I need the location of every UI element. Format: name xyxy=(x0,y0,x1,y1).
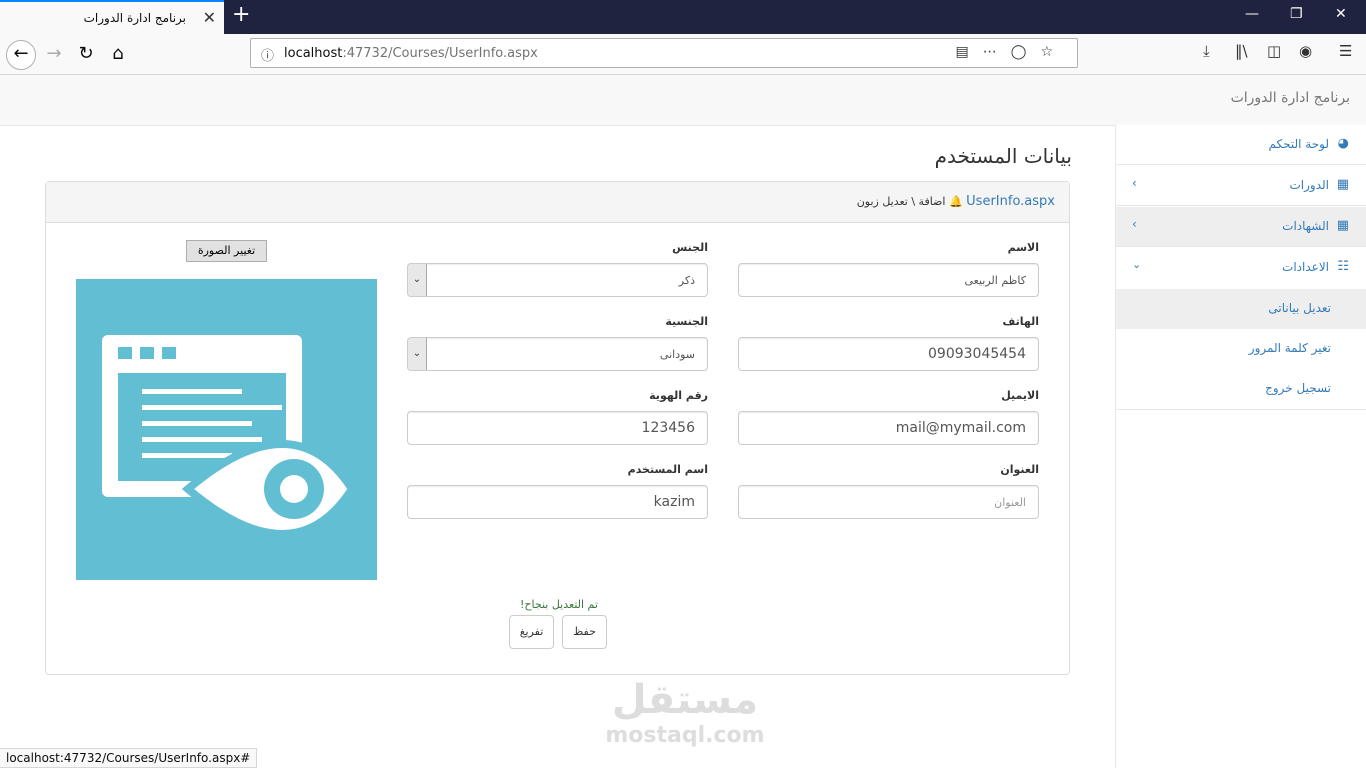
breadcrumb-text: اضافة \ تعديل زبون xyxy=(856,195,946,208)
sidebar-item-label: الدورات xyxy=(1289,178,1329,192)
restore-icon[interactable]: ❐ xyxy=(1290,6,1303,22)
bar-chart-icon: ▦ xyxy=(1336,177,1349,192)
pocket-icon[interactable]: ◯ xyxy=(1011,44,1041,60)
save-button[interactable]: حفظ xyxy=(562,615,607,649)
library-icon[interactable]: ‖\ xyxy=(1235,42,1248,60)
sidebar-item-certificates[interactable]: ▦ الشهادات › xyxy=(1116,207,1366,247)
page-actions-icon[interactable]: ⋯ xyxy=(983,44,1011,60)
breadcrumb-link[interactable]: UserInfo.aspx xyxy=(966,194,1055,209)
address-label: العنوان xyxy=(1000,463,1039,476)
sidebar-toggle-icon[interactable]: ◫ xyxy=(1267,42,1281,60)
email-label: الايميل xyxy=(1001,389,1039,402)
chevron-down-icon: ⌄ xyxy=(1132,258,1142,271)
username-label: اسم المستخدم xyxy=(627,463,708,476)
sidebar-item-settings[interactable]: ☷ الاعدادات ⌄ xyxy=(1116,248,1366,288)
email-input[interactable]: mail@mymail.com xyxy=(738,411,1039,445)
sidebar-item-courses[interactable]: ▦ الدورات › xyxy=(1116,166,1366,206)
id-number-input[interactable]: 123456 xyxy=(407,411,708,445)
gender-selected-value: ذكر xyxy=(678,274,695,287)
watermark-latin: mostaql.com xyxy=(605,723,765,748)
sidebar-subitem-label: تسجيل خروج xyxy=(1265,381,1331,395)
profile-photo xyxy=(76,279,377,580)
browser-tab[interactable]: برنامج ادارة الدورات ✕ xyxy=(0,0,224,34)
watermark-arabic: مستقل xyxy=(611,677,759,723)
site-info-icon[interactable]: ⓘ xyxy=(261,45,274,64)
new-tab-button[interactable]: + xyxy=(232,2,250,27)
url-actions: ▤⋯◯☆ xyxy=(956,44,1067,60)
nationality-label: الجنسية xyxy=(665,315,708,328)
window-close-icon[interactable]: ✕ xyxy=(1335,6,1347,22)
clear-button[interactable]: تفريغ xyxy=(509,615,554,649)
sidebar-item-label: الشهادات xyxy=(1282,219,1329,233)
panel-heading: UserInfo.aspx 🔔 اضافة \ تعديل زبون xyxy=(46,182,1069,223)
sidebar-subitem-label: تعديل بياناتى xyxy=(1268,301,1331,315)
browser-eye-icon xyxy=(102,335,357,538)
bookmark-star-icon[interactable]: ☆ xyxy=(1040,44,1067,60)
status-bar-url: localhost:47732/Courses/UserInfo.aspx# xyxy=(0,748,258,768)
chevron-down-icon[interactable]: ⌄ xyxy=(408,338,427,370)
tab-title: برنامج ادارة الدورات xyxy=(83,11,186,25)
sitemap-icon: ☷ xyxy=(1337,259,1349,274)
reload-icon[interactable]: ↻ xyxy=(72,40,100,68)
bell-icon: 🔔 xyxy=(948,195,963,208)
url-bar[interactable]: ⓘ localhost:47732/Courses/UserInfo.aspx … xyxy=(250,38,1078,68)
browser-navbar: ← → ↻ ⌂ ⓘ localhost:47732/Courses/UserIn… xyxy=(0,34,1366,75)
minimize-icon[interactable]: — xyxy=(1245,6,1259,22)
sidebar-item-label: الاعدادات xyxy=(1282,260,1329,274)
tab-close-icon[interactable]: ✕ xyxy=(203,8,216,27)
gender-select[interactable]: ذكر ⌄ xyxy=(407,263,708,297)
sidebar-subitem-edit-profile[interactable]: تعديل بياناتى xyxy=(1116,289,1366,329)
nationality-select[interactable]: سودانى ⌄ xyxy=(407,337,708,371)
forward-icon[interactable]: → xyxy=(40,40,68,68)
sidebar-subitem-change-password[interactable]: تغير كلمة المرور xyxy=(1116,329,1366,369)
success-message: تم التعديل بنجاح! xyxy=(520,598,598,611)
chevron-left-icon: › xyxy=(1132,176,1137,190)
home-icon[interactable]: ⌂ xyxy=(104,40,132,68)
address-input[interactable]: العنوان xyxy=(738,485,1039,519)
page-title: بيانات المستخدم xyxy=(934,144,1072,168)
phone-label: الهاتف xyxy=(1002,315,1039,328)
breadcrumb: UserInfo.aspx 🔔 اضافة \ تعديل زبون xyxy=(857,194,1055,209)
username-input[interactable]: kazim xyxy=(407,485,708,519)
account-icon[interactable]: ◉ xyxy=(1299,42,1312,60)
url-text[interactable]: localhost:47732/Courses/UserInfo.aspx xyxy=(284,46,538,61)
sidebar-item-label: لوحة التحكم xyxy=(1268,137,1330,151)
sidebar-item-dashboard[interactable]: ◕ لوحة التحكم xyxy=(1116,125,1366,165)
reader-view-icon[interactable]: ▤ xyxy=(956,44,983,60)
sidebar-subitem-label: تغير كلمة المرور xyxy=(1248,341,1331,355)
back-icon[interactable]: ← xyxy=(6,40,36,70)
url-host: localhost xyxy=(284,46,343,61)
sidebar: ◕ لوحة التحكم ▦ الدورات › ▦ الشهادات › ☷… xyxy=(1115,125,1366,768)
chevron-left-icon: › xyxy=(1132,217,1137,231)
menu-icon[interactable]: ☰ xyxy=(1339,42,1352,60)
app-navbar: برنامج ادارة الدورات xyxy=(0,75,1366,126)
name-label: الاسم xyxy=(1007,241,1039,254)
bar-chart-icon: ▦ xyxy=(1336,218,1349,233)
chevron-down-icon[interactable]: ⌄ xyxy=(408,264,427,296)
url-path: :47732/Courses/UserInfo.aspx xyxy=(342,46,538,61)
dashboard-icon: ◕ xyxy=(1337,136,1349,151)
name-input[interactable]: كاظم الربيعى xyxy=(738,263,1039,297)
app-brand[interactable]: برنامج ادارة الدورات xyxy=(1231,90,1350,106)
download-icon[interactable]: ⤓ xyxy=(1203,42,1210,60)
nationality-selected-value: سودانى xyxy=(659,348,695,361)
gender-label: الجنس xyxy=(672,241,708,254)
change-photo-button[interactable]: تغيير الصورة xyxy=(186,240,267,262)
sidebar-subitem-logout[interactable]: تسجيل خروج xyxy=(1116,369,1366,410)
browser-titlebar: برنامج ادارة الدورات ✕ + — ❐ ✕ xyxy=(0,0,1366,34)
watermark: مستقل mostaql.com xyxy=(600,675,770,747)
id-number-label: رقم الهوية xyxy=(649,389,708,402)
phone-input[interactable]: 09093045454 xyxy=(738,337,1039,371)
